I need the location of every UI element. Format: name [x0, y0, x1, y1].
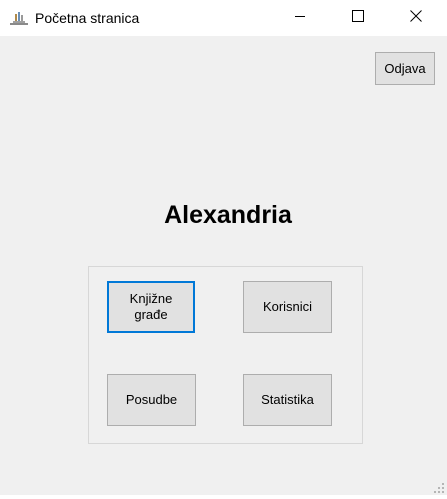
minimize-icon: [294, 9, 306, 27]
books-button[interactable]: Knjižne građe: [107, 281, 195, 333]
library-app-icon: [9, 10, 29, 26]
users-button[interactable]: Korisnici: [243, 281, 332, 333]
loans-button[interactable]: Posudbe: [107, 374, 196, 426]
maximize-button[interactable]: [329, 0, 387, 36]
minimize-button[interactable]: [271, 0, 329, 36]
users-button-label: Korisnici: [262, 299, 313, 314]
resize-grip-icon[interactable]: [433, 481, 445, 493]
main-window: Početna stranica Odjava Alexandria Knjiž…: [0, 0, 447, 495]
close-button[interactable]: [387, 0, 445, 36]
logout-button[interactable]: Odjava: [375, 52, 435, 85]
title-bar[interactable]: Početna stranica: [0, 0, 447, 36]
app-title: Alexandria: [164, 201, 292, 229]
window-title: Početna stranica: [35, 10, 140, 26]
loans-button-label: Posudbe: [125, 392, 178, 407]
statistics-button[interactable]: Statistika: [243, 374, 332, 426]
statistics-button-label: Statistika: [261, 392, 314, 407]
close-icon: [410, 9, 422, 27]
books-button-label: Knjižne građe: [129, 291, 173, 322]
maximize-icon: [352, 9, 364, 27]
